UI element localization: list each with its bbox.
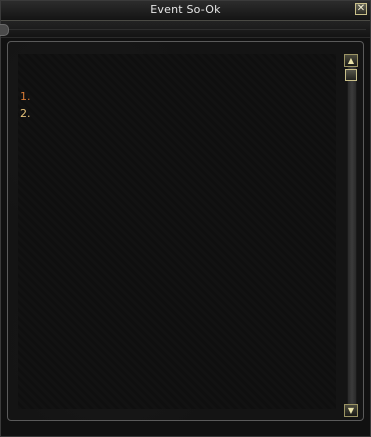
close-icon: ✕: [356, 3, 366, 14]
content-frame: 1. 2. ▲ ▼: [7, 41, 364, 421]
close-button[interactable]: ✕: [355, 3, 367, 15]
event-list: 1. 2.: [20, 88, 31, 122]
arrow-up-icon: ▲: [347, 56, 355, 65]
list-item: 2.: [20, 107, 31, 120]
vertical-scrollbar[interactable]: ▲ ▼: [344, 54, 358, 417]
scroll-thumb[interactable]: [345, 69, 357, 81]
scroll-down-button[interactable]: ▼: [344, 404, 358, 417]
event-window: Event So-Ok ✕ 1. 2. ▲ ▼: [0, 0, 371, 437]
arrow-down-icon: ▼: [347, 406, 355, 415]
scroll-track[interactable]: [347, 67, 357, 404]
strip-handle: [0, 24, 9, 36]
toolbar-strip: [0, 21, 370, 38]
event-content-area: [18, 54, 336, 409]
scroll-up-button[interactable]: ▲: [344, 54, 358, 67]
list-item: 1.: [20, 90, 31, 103]
strip-divider: [9, 29, 366, 30]
window-title: Event So-Ok: [150, 3, 221, 16]
title-bar[interactable]: Event So-Ok ✕: [1, 1, 370, 21]
